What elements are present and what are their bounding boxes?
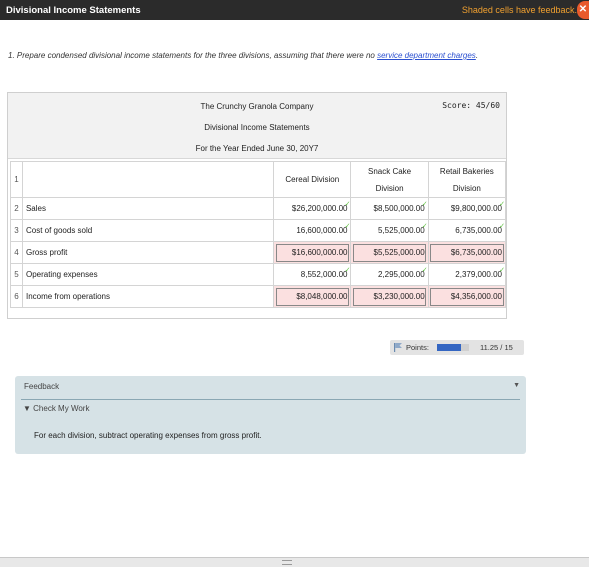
points-value: 11.25 / 15 (480, 343, 513, 352)
cell-value: 16,600,000.00 (296, 226, 348, 235)
points-progress-fill (437, 344, 461, 351)
check-icon: ✓ (344, 223, 351, 230)
feedback-text: For each division, subtract operating ex… (34, 431, 262, 440)
statement-period: For the Year Ended June 30, 20Y7 (195, 144, 319, 153)
question-body: 1. Prepare condensed divisional income s… (8, 51, 378, 60)
cell-value: 5,525,000.00 (377, 226, 425, 235)
sales-snack-cake-cell[interactable]: $8,500,000.00 ✓ (350, 197, 429, 220)
cell-value: $26,200,000.00 (291, 204, 348, 213)
row-number: 3 (10, 219, 23, 242)
column-header-snack-cake-line1: Snack Cake (368, 166, 412, 176)
row-label: Operating expenses (21, 263, 275, 286)
check-icon: ✓ (344, 267, 351, 274)
feedback-notice: Shaded cells have feedback. (461, 5, 577, 15)
check-my-work-label: Check My Work (33, 404, 90, 413)
cogs-retail-cell[interactable]: 6,735,000.00 ✓ (427, 219, 507, 242)
row-number: 6 (10, 285, 23, 308)
gross-profit-retail-cell[interactable]: $6,735,000.00 (427, 241, 507, 264)
caret-down-icon: ▼ (23, 404, 31, 413)
opex-cereal-cell[interactable]: 8,552,000.00 ✓ (273, 263, 352, 286)
income-snack-cake-cell[interactable]: $3,230,000.00 (350, 285, 429, 308)
points-progress-bar (437, 344, 469, 351)
cell-value: $9,800,000.00 (450, 204, 502, 213)
check-icon: ✓ (421, 201, 428, 208)
table-row: 5 Operating expenses 8,552,000.00 ✓ 2,295… (10, 263, 507, 286)
column-header-retail-bakeries: Retail Bakeries Division (427, 161, 507, 198)
service-charges-link[interactable]: service department charges (377, 51, 476, 60)
column-header-retail-line2: Division (452, 183, 481, 193)
cell-value: 2,295,000.00 (377, 270, 425, 279)
cell-value: 2,379,000.00 (455, 270, 502, 279)
points-label: Points: (406, 343, 429, 352)
divider (21, 399, 520, 400)
row-label: Gross profit (21, 241, 275, 264)
chevron-down-icon[interactable]: ▼ (513, 382, 520, 389)
cell-value: $16,600,000.00 (291, 248, 348, 257)
bottom-bar (0, 557, 589, 567)
table-row: 4 Gross profit $16,600,000.00 $5,525,000… (10, 241, 507, 264)
table-row: 2 Sales $26,200,000.00 ✓ $8,500,000.00 ✓ $… (10, 197, 507, 220)
label-header (21, 161, 275, 198)
sales-retail-cell[interactable]: $9,800,000.00 ✓ (427, 197, 507, 220)
table-header-row: 1 Cereal Division Snack Cake Division Ret… (10, 161, 507, 198)
check-icon: ✓ (499, 201, 505, 208)
cell-value: $5,525,000.00 (373, 248, 425, 257)
flag-icon (394, 343, 402, 352)
table-row: 3 Cost of goods sold 16,600,000.00 ✓ 5,52… (10, 219, 507, 242)
check-icon: ✓ (421, 267, 428, 274)
row-label: Sales (21, 197, 275, 220)
sales-cereal-cell[interactable]: $26,200,000.00 ✓ (273, 197, 352, 220)
close-icon[interactable]: ✕ (577, 1, 589, 19)
row-label: Income from operations (21, 285, 275, 308)
table-row: 6 Income from operations $8,048,000.00 $… (10, 285, 507, 308)
income-statement: The Crunchy Granola Company Divisional I… (7, 92, 507, 319)
income-cereal-cell[interactable]: $8,048,000.00 (273, 285, 352, 308)
cell-value: $6,735,000.00 (450, 248, 502, 257)
row-number: 4 (10, 241, 23, 264)
gross-profit-snack-cake-cell[interactable]: $5,525,000.00 (350, 241, 429, 264)
cell-value: $3,230,000.00 (373, 292, 425, 301)
cell-value: 6,735,000.00 (455, 226, 502, 235)
opex-retail-cell[interactable]: 2,379,000.00 ✓ (427, 263, 507, 286)
feedback-panel: Feedback ▼ ▼ Check My Work For each divi… (15, 376, 526, 454)
cell-value: $8,048,000.00 (296, 292, 348, 301)
window-title: Divisional Income Statements (6, 5, 141, 16)
points-indicator: Points: 11.25 / 15 (390, 340, 524, 355)
column-header-retail-line1: Retail Bakeries (439, 166, 494, 176)
company-name: The Crunchy Granola Company (200, 102, 314, 111)
title-bar: Divisional Income Statements Shaded cell… (0, 0, 589, 20)
question-text: 1. Prepare condensed divisional income s… (8, 51, 478, 60)
cell-value: 8,552,000.00 (300, 270, 348, 279)
check-icon: ✓ (499, 267, 505, 274)
opex-snack-cake-cell[interactable]: 2,295,000.00 ✓ (350, 263, 429, 286)
check-icon: ✓ (344, 201, 351, 208)
column-header-snack-cake-line2: Division (375, 183, 404, 193)
check-icon: ✓ (421, 223, 428, 230)
income-retail-cell[interactable]: $4,356,000.00 (427, 285, 507, 308)
row-number: 2 (10, 197, 23, 220)
column-header-snack-cake: Snack Cake Division (350, 161, 429, 198)
statement-header: The Crunchy Granola Company Divisional I… (8, 93, 506, 159)
cogs-cereal-cell[interactable]: 16,600,000.00 ✓ (273, 219, 352, 242)
cell-value: $4,356,000.00 (450, 292, 502, 301)
row-label: Cost of goods sold (21, 219, 275, 242)
column-header-cereal-text: Cereal Division (285, 175, 340, 184)
statement-name: Divisional Income Statements (204, 123, 310, 132)
cogs-snack-cake-cell[interactable]: 5,525,000.00 ✓ (350, 219, 429, 242)
row-number: 5 (10, 263, 23, 286)
check-my-work-toggle[interactable]: ▼ Check My Work (23, 404, 89, 413)
score: Score: 45/60 (442, 101, 500, 110)
check-icon: ✓ (499, 223, 505, 230)
feedback-title: Feedback (24, 382, 60, 391)
row-number: 1 (10, 161, 23, 198)
statement-table: 1 Cereal Division Snack Cake Division Ret… (10, 161, 507, 308)
resize-grip-icon[interactable] (282, 560, 292, 565)
gross-profit-cereal-cell[interactable]: $16,600,000.00 (273, 241, 352, 264)
column-header-cereal: Cereal Division (273, 161, 352, 198)
question-end: . (475, 51, 479, 60)
cell-value: $8,500,000.00 (373, 204, 425, 213)
